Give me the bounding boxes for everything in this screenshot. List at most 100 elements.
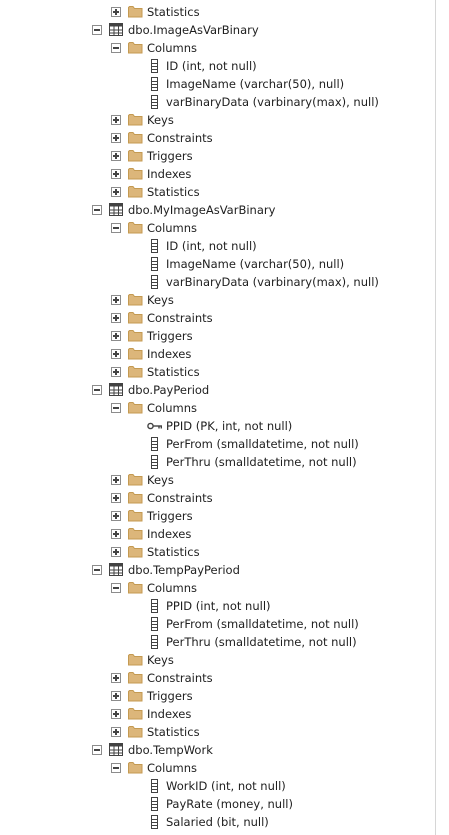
expand-icon[interactable] xyxy=(111,169,121,179)
tree-node-folder-triggers[interactable]: Triggers xyxy=(0,147,436,165)
tree-node-folder-constraints[interactable]: Constraints xyxy=(0,129,436,147)
folder-icon xyxy=(128,689,143,702)
expand-icon[interactable] xyxy=(111,673,121,683)
tree-node-folder-keys[interactable]: Keys xyxy=(0,651,436,669)
tree-node-label: Triggers xyxy=(147,509,193,523)
expand-icon[interactable] xyxy=(111,493,121,503)
column-icon xyxy=(147,599,162,613)
tree-node-folder-constraints[interactable]: Constraints xyxy=(0,669,436,687)
vertical-scrollbar[interactable] xyxy=(435,0,449,835)
collapse-icon[interactable] xyxy=(92,565,102,575)
tree-node-folder-columns[interactable]: Columns xyxy=(0,759,436,777)
expand-icon[interactable] xyxy=(111,547,121,557)
tree-node-folder-triggers[interactable]: Triggers xyxy=(0,507,436,525)
expand-icon[interactable] xyxy=(111,349,121,359)
folder-icon xyxy=(128,401,143,414)
expand-icon[interactable] xyxy=(111,331,121,341)
tree-node-folder-triggers[interactable]: Triggers xyxy=(0,687,436,705)
tree-node-label: PPID (int, not null) xyxy=(166,599,271,613)
expand-icon[interactable] xyxy=(111,151,121,161)
tree-node-table-dbo-imageasvarbinary[interactable]: dbo.ImageAsVarBinary xyxy=(0,21,436,39)
folder-icon xyxy=(128,473,143,486)
folder-icon xyxy=(128,167,143,180)
collapse-icon[interactable] xyxy=(92,385,102,395)
tree-node-folder-indexes[interactable]: Indexes xyxy=(0,165,436,183)
collapse-icon[interactable] xyxy=(111,223,121,233)
tree-node-label: WorkID (int, not null) xyxy=(166,779,286,793)
tree-node-folder-columns[interactable]: Columns xyxy=(0,399,436,417)
expand-icon[interactable] xyxy=(111,709,121,719)
collapse-icon[interactable] xyxy=(92,25,102,35)
tree-node-folder-constraints[interactable]: Constraints xyxy=(0,309,436,327)
tree-node-label: PerFrom (smalldatetime, not null) xyxy=(166,617,359,631)
tree-node-folder-indexes[interactable]: Indexes xyxy=(0,705,436,723)
expand-icon[interactable] xyxy=(111,187,121,197)
table-icon xyxy=(109,743,124,756)
tree-node-column-workid-int-not-null[interactable]: WorkID (int, not null) xyxy=(0,777,436,795)
collapse-icon[interactable] xyxy=(111,43,121,53)
tree-node-column-ppid-int-not-null[interactable]: PPID (int, not null) xyxy=(0,597,436,615)
tree-node-column-imagename-varchar-50-null[interactable]: ImageName (varchar(50), null) xyxy=(0,75,436,93)
expand-icon[interactable] xyxy=(111,295,121,305)
expand-icon[interactable] xyxy=(111,115,121,125)
tree-node-column-perfrom-smalldatetime-not-null[interactable]: PerFrom (smalldatetime, not null) xyxy=(0,615,436,633)
tree-node-column-varbinarydata-varbinary-max-null[interactable]: varBinaryData (varbinary(max), null) xyxy=(0,273,436,291)
tree-node-folder-statistics[interactable]: Statistics xyxy=(0,543,436,561)
tree-node-folder-constraints[interactable]: Constraints xyxy=(0,489,436,507)
tree-node-label: ID (int, not null) xyxy=(166,59,257,73)
tree-node-column-varbinarydata-varbinary-max-null[interactable]: varBinaryData (varbinary(max), null) xyxy=(0,93,436,111)
collapse-icon[interactable] xyxy=(92,205,102,215)
tree-node-key-ppid-pk-int-not-null[interactable]: PPID (PK, int, not null) xyxy=(0,417,436,435)
tree-node-column-id-int-not-null[interactable]: ID (int, not null) xyxy=(0,57,436,75)
tree-node-table-dbo-payperiod[interactable]: dbo.PayPeriod xyxy=(0,381,436,399)
expand-icon[interactable] xyxy=(111,475,121,485)
expand-icon[interactable] xyxy=(111,367,121,377)
expand-icon[interactable] xyxy=(111,529,121,539)
tree-node-column-id-int-not-null[interactable]: ID (int, not null) xyxy=(0,237,436,255)
tree-node-label: Indexes xyxy=(147,347,192,361)
column-icon xyxy=(147,239,162,253)
expand-icon[interactable] xyxy=(111,133,121,143)
tree-node-label: Statistics xyxy=(147,185,200,199)
tree-node-folder-keys[interactable]: Keys xyxy=(0,471,436,489)
tree-node-table-dbo-myimageasvarbinary[interactable]: dbo.MyImageAsVarBinary xyxy=(0,201,436,219)
tree-node-column-perthru-smalldatetime-not-null[interactable]: PerThru (smalldatetime, not null) xyxy=(0,633,436,651)
column-icon xyxy=(147,257,162,271)
expand-icon[interactable] xyxy=(111,727,121,737)
collapse-icon[interactable] xyxy=(92,745,102,755)
tree-node-folder-statistics[interactable]: Statistics xyxy=(0,723,436,741)
tree-node-column-salaried-bit-null[interactable]: Salaried (bit, null) xyxy=(0,813,436,831)
tree-node-column-perfrom-smalldatetime-not-null[interactable]: PerFrom (smalldatetime, not null) xyxy=(0,435,436,453)
tree-node-table-dbo-tempwork[interactable]: dbo.TempWork xyxy=(0,741,436,759)
tree-node-folder-columns[interactable]: Columns xyxy=(0,579,436,597)
tree-node-column-imagename-varchar-50-null[interactable]: ImageName (varchar(50), null) xyxy=(0,255,436,273)
tree-node-label: ImageName (varchar(50), null) xyxy=(166,257,345,271)
expand-icon[interactable] xyxy=(111,313,121,323)
tree-node-folder-keys[interactable]: Keys xyxy=(0,291,436,309)
tree-node-folder-statistics[interactable]: Statistics xyxy=(0,183,436,201)
collapse-icon[interactable] xyxy=(111,763,121,773)
tree-node-folder-indexes[interactable]: Indexes xyxy=(0,525,436,543)
tree-node-label: Columns xyxy=(147,401,198,415)
tree-node-folder-columns[interactable]: Columns xyxy=(0,39,436,57)
tree-node-column-payrate-money-null[interactable]: PayRate (money, null) xyxy=(0,795,436,813)
column-icon xyxy=(147,617,162,631)
expand-icon[interactable] xyxy=(111,7,121,17)
tree-node-folder-indexes[interactable]: Indexes xyxy=(0,345,436,363)
key-icon xyxy=(147,419,163,433)
folder-icon xyxy=(128,671,143,684)
tree-node-label: Triggers xyxy=(147,329,193,343)
tree-node-folder-triggers[interactable]: Triggers xyxy=(0,327,436,345)
tree-node-column-perthru-smalldatetime-not-null[interactable]: PerThru (smalldatetime, not null) xyxy=(0,453,436,471)
collapse-icon[interactable] xyxy=(111,403,121,413)
expand-icon[interactable] xyxy=(111,511,121,521)
expand-icon[interactable] xyxy=(111,691,121,701)
tree-node-table-dbo-temppayperiod[interactable]: dbo.TempPayPeriod xyxy=(0,561,436,579)
tree-node-folder-statistics[interactable]: Statistics xyxy=(0,363,436,381)
tree-node-folder-statistics[interactable]: Statistics xyxy=(0,3,436,21)
collapse-icon[interactable] xyxy=(111,583,121,593)
folder-icon xyxy=(128,149,143,162)
tree-node-folder-keys[interactable]: Keys xyxy=(0,111,436,129)
tree-node-folder-columns[interactable]: Columns xyxy=(0,219,436,237)
tree-node-label: dbo.ImageAsVarBinary xyxy=(128,23,259,37)
